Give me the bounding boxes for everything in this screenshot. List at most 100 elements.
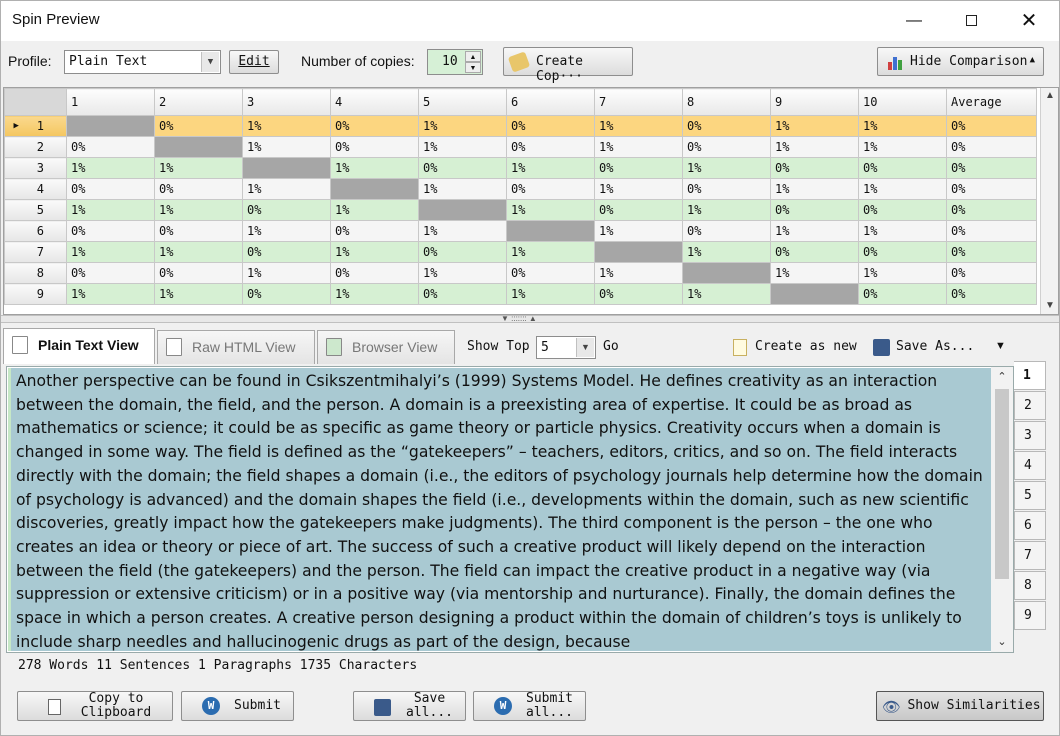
- grid-cell[interactable]: 0%: [858, 283, 947, 305]
- grid-cell[interactable]: 1%: [418, 136, 507, 158]
- grid-cell[interactable]: 0%: [418, 241, 507, 263]
- grid-cell[interactable]: 1%: [242, 136, 331, 158]
- grid-scrollbar[interactable]: ▲ ▼: [1040, 88, 1058, 314]
- grid-cell[interactable]: 1%: [770, 115, 859, 137]
- grid-cell[interactable]: 1%: [154, 283, 243, 305]
- grid-cell[interactable]: 0%: [242, 241, 331, 263]
- grid-cell[interactable]: 1%: [858, 262, 947, 284]
- submit-all-button[interactable]: W Submit all...: [473, 691, 586, 721]
- spun-text[interactable]: Another perspective can be found in Csik…: [8, 368, 991, 651]
- grid-cell[interactable]: [66, 115, 155, 137]
- edit-button[interactable]: Edit: [229, 50, 279, 74]
- grid-cell[interactable]: 0%: [946, 199, 1037, 221]
- grid-cell[interactable]: 1%: [242, 220, 331, 242]
- grid-cell[interactable]: 0%: [682, 115, 771, 137]
- grid-cell[interactable]: 1%: [506, 283, 595, 305]
- grid-cell[interactable]: [594, 241, 683, 263]
- grid-cell[interactable]: 1%: [154, 157, 243, 179]
- scroll-thumb[interactable]: [1044, 108, 1055, 288]
- scroll-up-icon[interactable]: ⌃: [991, 367, 1013, 387]
- grid-cell[interactable]: 1%: [330, 157, 419, 179]
- grid-cell[interactable]: 0%: [242, 199, 331, 221]
- grid-cell[interactable]: 0%: [66, 220, 155, 242]
- column-header[interactable]: 7: [594, 88, 683, 116]
- grid-cell[interactable]: 1%: [858, 115, 947, 137]
- grid-cell[interactable]: 0%: [858, 241, 947, 263]
- tab-raw-html[interactable]: Raw HTML View: [157, 330, 315, 364]
- grid-cell[interactable]: 1%: [66, 283, 155, 305]
- grid-cell[interactable]: 0%: [330, 262, 419, 284]
- splitter-grip-icon[interactable]: ▼ ::::::: ▲: [501, 314, 537, 323]
- row-header[interactable]: 5: [4, 199, 67, 221]
- save-all-button[interactable]: Save all...: [353, 691, 466, 721]
- submit-button[interactable]: W Submit: [181, 691, 294, 721]
- close-button[interactable]: ✕: [1009, 7, 1049, 35]
- grid-cell[interactable]: 1%: [594, 115, 683, 137]
- table-row[interactable]: 4 0% 0% 1% 1% 0% 1% 0% 1% 1% 0%: [4, 178, 1037, 200]
- grid-cell[interactable]: 0%: [946, 115, 1037, 137]
- grid-cell[interactable]: 1%: [858, 178, 947, 200]
- copy-tab[interactable]: 5: [1014, 481, 1046, 510]
- row-header[interactable]: 3: [4, 157, 67, 179]
- grid-cell[interactable]: 1%: [242, 115, 331, 137]
- table-row[interactable]: 8 0% 0% 1% 0% 1% 0% 1% 1% 1% 0%: [4, 262, 1037, 284]
- scroll-down-icon[interactable]: ⌄: [991, 632, 1013, 652]
- column-header[interactable]: Average: [946, 88, 1037, 116]
- grid-cell[interactable]: 0%: [770, 241, 859, 263]
- hide-comparison-button[interactable]: Hide Comparison ▲: [877, 47, 1044, 76]
- stepper-down-icon[interactable]: ▼: [465, 62, 481, 73]
- table-row[interactable]: 7 1% 1% 0% 1% 0% 1% 1% 0% 0% 0%: [4, 241, 1037, 263]
- grid-cell[interactable]: 0%: [946, 262, 1037, 284]
- grid-cell[interactable]: 1%: [66, 157, 155, 179]
- grid-cell[interactable]: 1%: [594, 220, 683, 242]
- grid-cell[interactable]: 1%: [330, 241, 419, 263]
- grid-cell[interactable]: 0%: [682, 136, 771, 158]
- grid-cell[interactable]: 1%: [154, 199, 243, 221]
- stepper-up-icon[interactable]: ▲: [465, 51, 481, 62]
- grid-cell[interactable]: 1%: [506, 157, 595, 179]
- copy-tab[interactable]: 7: [1014, 541, 1046, 570]
- grid-cell[interactable]: [682, 262, 771, 284]
- scroll-thumb[interactable]: [995, 389, 1009, 579]
- grid-cell[interactable]: 1%: [858, 220, 947, 242]
- column-header[interactable]: 8: [682, 88, 771, 116]
- grid-cell[interactable]: 1%: [770, 262, 859, 284]
- grid-cell[interactable]: 0%: [418, 283, 507, 305]
- copy-tab[interactable]: 6: [1014, 511, 1046, 540]
- table-row[interactable]: 2 0% 1% 0% 1% 0% 1% 0% 1% 1% 0%: [4, 136, 1037, 158]
- grid-cell[interactable]: [418, 199, 507, 221]
- grid-cell[interactable]: 0%: [506, 178, 595, 200]
- copy-tab[interactable]: 8: [1014, 571, 1046, 600]
- minimize-button[interactable]: —: [894, 7, 934, 35]
- grid-cell[interactable]: 1%: [594, 262, 683, 284]
- grid-cell[interactable]: 0%: [506, 115, 595, 137]
- profile-select[interactable]: Plain Text ▼: [64, 50, 221, 74]
- grid-cell[interactable]: 1%: [330, 283, 419, 305]
- tab-plain-text[interactable]: Plain Text View: [3, 328, 155, 364]
- grid-cell[interactable]: 1%: [682, 157, 771, 179]
- grid-cell[interactable]: 1%: [418, 178, 507, 200]
- grid-cell[interactable]: 1%: [418, 262, 507, 284]
- chevron-down-icon[interactable]: ▼: [576, 338, 594, 357]
- column-header[interactable]: 10: [858, 88, 947, 116]
- grid-cell[interactable]: 1%: [154, 241, 243, 263]
- copy-tab[interactable]: 3: [1014, 421, 1046, 450]
- grid-cell[interactable]: 0%: [858, 199, 947, 221]
- grid-cell[interactable]: 0%: [946, 157, 1037, 179]
- tab-browser[interactable]: Browser View: [317, 330, 455, 364]
- grid-cell[interactable]: 0%: [66, 262, 155, 284]
- copy-tab[interactable]: 9: [1014, 601, 1046, 630]
- grid-cell[interactable]: 0%: [946, 178, 1037, 200]
- grid-cell[interactable]: 0%: [682, 220, 771, 242]
- grid-cell[interactable]: 0%: [66, 178, 155, 200]
- table-row[interactable]: 6 0% 0% 1% 0% 1% 1% 0% 1% 1% 0%: [4, 220, 1037, 242]
- grid-cell[interactable]: 0%: [858, 157, 947, 179]
- grid-cell[interactable]: 1%: [66, 199, 155, 221]
- grid-cell[interactable]: 1%: [594, 136, 683, 158]
- grid-cell[interactable]: 0%: [330, 115, 419, 137]
- table-row[interactable]: ▶ 1 0% 1% 0% 1% 0% 1% 0% 1% 1% 0%: [4, 115, 1037, 137]
- grid-cell[interactable]: 0%: [418, 157, 507, 179]
- grid-cell[interactable]: 1%: [242, 262, 331, 284]
- grid-cell[interactable]: 0%: [330, 220, 419, 242]
- go-button[interactable]: Go: [603, 339, 619, 354]
